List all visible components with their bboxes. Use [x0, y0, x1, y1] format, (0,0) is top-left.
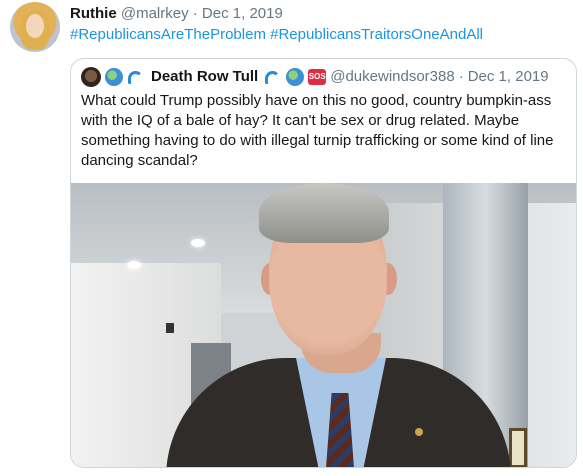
quoted-user-handle: @dukewindsor388 [330, 68, 455, 85]
attached-photo[interactable] [71, 183, 576, 467]
text-line: something having to do with illegal turn… [81, 132, 554, 149]
hashtag-link[interactable]: #RepublicansTraitorsOneAndAll [270, 26, 483, 43]
avatar-face [26, 14, 44, 38]
lapel-pin [415, 428, 423, 436]
quoted-display-name: Death Row Tull [151, 68, 259, 85]
user-handle[interactable]: @malrkey [121, 5, 189, 22]
text-line: What could Trump possibly have on this n… [81, 92, 552, 109]
globe-icon [105, 68, 123, 86]
ceiling-light [191, 239, 205, 247]
tweet: Ruthie @malrkey · Dec 1, 2019 #Republica… [0, 0, 583, 476]
quoted-tweet-date: Dec 1, 2019 [467, 68, 549, 85]
text-line: dancing scandal? [81, 152, 198, 169]
tweet-text: #RepublicansAreTheProblem #RepublicansTr… [70, 25, 483, 45]
photo-frame [509, 428, 527, 467]
quoted-avatar [81, 67, 101, 87]
text-line: with the IQ of a bale of hay? It can't b… [81, 112, 520, 129]
photo-hair [259, 183, 389, 243]
separator-dot: · [458, 68, 464, 85]
photo-sign [166, 323, 174, 333]
quoted-tweet[interactable]: Death Row Tull SOS @dukewindsor388 · Dec… [70, 58, 577, 468]
globe-icon [286, 68, 305, 86]
hashtag-link[interactable]: #RepublicansAreTheProblem [70, 26, 266, 43]
tweet-header: Ruthie @malrkey · Dec 1, 2019 [70, 4, 283, 24]
separator-dot: · [192, 5, 198, 22]
avatar[interactable] [10, 2, 60, 52]
quoted-tweet-text: What could Trump possibly have on this n… [81, 91, 571, 171]
quoted-tweet-header: Death Row Tull SOS @dukewindsor388 · Dec… [81, 67, 549, 87]
display-name[interactable]: Ruthie [70, 5, 117, 22]
ceiling-light [127, 261, 141, 269]
wave-icon [264, 68, 283, 86]
wave-icon [127, 68, 145, 86]
tweet-date[interactable]: Dec 1, 2019 [202, 5, 283, 22]
sos-icon: SOS [308, 69, 327, 85]
